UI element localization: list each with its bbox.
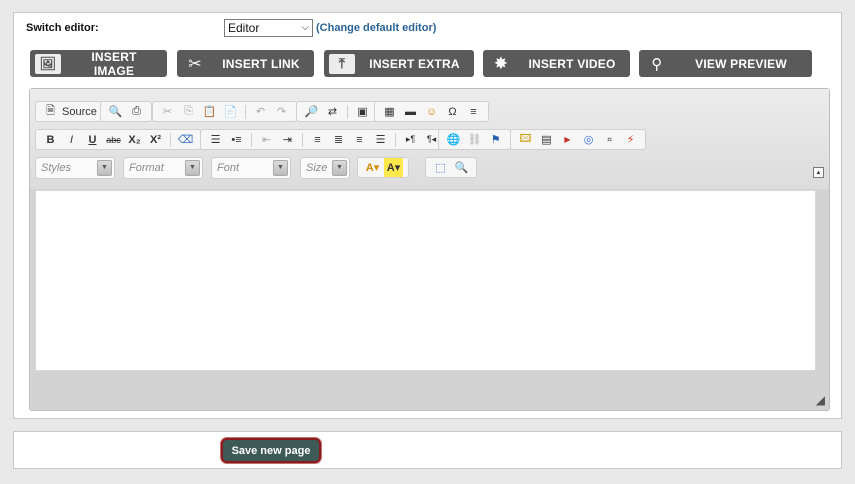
outdent-icon[interactable]: ⇤ (257, 130, 276, 149)
editor-panel: Switch editor: Editor ⌵ (Change default … (13, 12, 842, 419)
resize-handle-icon[interactable]: ◢ (816, 393, 825, 407)
film-reel-icon: ✸ (488, 53, 514, 74)
copy-icon[interactable]: ⎘ (179, 102, 198, 121)
toolbar-separator (251, 132, 252, 147)
select-all-icon[interactable]: ▣ (353, 102, 372, 121)
toolbar-group-find: 🔎 ⇄ ▣ (296, 101, 378, 122)
link-globe-icon[interactable]: 🌐 (444, 130, 463, 149)
print-icon[interactable]: ⎙ (127, 102, 146, 121)
toolbar-separator (170, 132, 171, 147)
insert-link-button[interactable]: ✂ INSERT LINK (177, 50, 314, 77)
toolbar-group-basic-styles: B I U abc X₂ X² ⌫ (35, 129, 201, 150)
background-color-icon[interactable]: A▾ (384, 158, 403, 177)
chevron-down-icon: ▼ (185, 160, 200, 176)
unlink-icon[interactable]: ⛓ (465, 130, 484, 149)
editor-content-area[interactable] (35, 190, 816, 371)
link-icon: ✂ (182, 53, 208, 74)
insert-image-button[interactable]: 🖼 INSERT IMAGE (30, 50, 167, 78)
toolbar-separator (302, 132, 303, 147)
toolbar-separator (245, 104, 246, 119)
toolbar-separator (395, 132, 396, 147)
chevron-down-icon: ⌵ (301, 22, 309, 33)
editor-toolbar: 🗎 Source 🔍 ⎙ ✂ ⎘ 📋 📄 ↶ ↷ 🔎 ⇄ ▣ ▦ ▬ ☺ Ω ≡… (30, 89, 829, 189)
insert-video-button[interactable]: ✸ INSERT VIDEO (483, 50, 630, 77)
bold-button[interactable]: B (41, 130, 60, 149)
toolbar-separator (347, 104, 348, 119)
source-button[interactable]: Source (62, 102, 97, 121)
text-color-icon[interactable]: A▾ (363, 158, 382, 177)
page-break-icon[interactable]: ≡ (464, 102, 483, 121)
collapse-toolbar-icon[interactable]: ▲ (813, 167, 824, 178)
toolbar-group-document: 🗎 Source (35, 101, 103, 122)
numbered-list-icon[interactable]: ☰ (206, 130, 225, 149)
preview-icon[interactable]: 🔍 (106, 102, 125, 121)
flash-icon[interactable]: ⚡ (621, 130, 640, 149)
justify-icon[interactable]: ☰ (371, 130, 390, 149)
undo-icon[interactable]: ↶ (251, 102, 270, 121)
indent-icon[interactable]: ⇥ (278, 130, 297, 149)
insert-extra-button[interactable]: ⤒ INSERT EXTRA (324, 50, 474, 77)
rich-text-editor: 🗎 Source 🔍 ⎙ ✂ ⎘ 📋 📄 ↶ ↷ 🔎 ⇄ ▣ ▦ ▬ ☺ Ω ≡… (29, 88, 830, 411)
subscript-icon[interactable]: X₂ (125, 130, 144, 149)
styles-combo[interactable]: Styles ▼ (35, 157, 115, 179)
align-left-icon[interactable]: ≡ (308, 130, 327, 149)
bulleted-list-icon[interactable]: •≡ (227, 130, 246, 149)
paste-icon[interactable]: 📋 (200, 102, 219, 121)
chevron-down-icon: ▼ (332, 160, 347, 176)
toolbar-group-media: 🖾 ▤ ▶ ◎ ⌗ ⚡ (510, 129, 646, 150)
change-default-editor-link[interactable]: (Change default editor) (316, 22, 436, 34)
maximize-icon[interactable]: ⬚ (431, 158, 450, 177)
view-preview-button[interactable]: ⚲ VIEW PREVIEW (639, 50, 812, 77)
youtube-icon[interactable]: ▶ (558, 130, 577, 149)
switch-editor-label: Switch editor: (26, 22, 99, 34)
align-right-icon[interactable]: ≡ (350, 130, 369, 149)
toolbar-group-tools: ⬚ 🔍 (425, 157, 477, 178)
save-new-page-button[interactable]: Save new page (221, 438, 321, 463)
toolbar-group-links: 🌐 ⛓ ⚑ (438, 129, 511, 150)
cut-icon[interactable]: ✂ (158, 102, 177, 121)
toolbar-group-clipboard: ✂ ⎘ 📋 📄 ↶ ↷ (152, 101, 297, 122)
align-center-icon[interactable]: ≣ (329, 130, 348, 149)
html-icon[interactable]: ⌗ (600, 130, 619, 149)
toolbar-group-colors: A▾ A▾ (357, 157, 409, 178)
chevron-down-icon: ▼ (273, 160, 288, 176)
magnifier-icon: ⚲ (644, 53, 670, 74)
replace-icon[interactable]: ⇄ (323, 102, 342, 121)
find-icon[interactable]: 🔎 (302, 102, 321, 121)
image-icon: 🖼 (35, 53, 61, 74)
save-panel: Save new page (13, 431, 842, 469)
remove-format-icon[interactable]: ⌫ (176, 130, 195, 149)
redo-icon[interactable]: ↷ (272, 102, 291, 121)
table-icon[interactable]: ▦ (380, 102, 399, 121)
source-icon: 🗎 (46, 105, 55, 117)
iframe-icon[interactable]: ▤ (537, 130, 556, 149)
strikethrough-button[interactable]: abc (104, 130, 123, 149)
size-combo[interactable]: Size ▼ (300, 157, 350, 179)
toolbar-group-preview: 🔍 ⎙ (100, 101, 152, 122)
font-combo[interactable]: Font ▼ (211, 157, 291, 179)
editor-select[interactable]: Editor ⌵ (224, 19, 313, 37)
special-char-icon[interactable]: Ω (443, 102, 462, 121)
italic-button[interactable]: I (62, 130, 81, 149)
chevron-down-icon: ▼ (97, 160, 112, 176)
ltr-icon[interactable]: ▸¶ (401, 130, 420, 149)
show-blocks-icon[interactable]: 🔍 (452, 158, 471, 177)
image-icon[interactable]: 🖾 (516, 130, 535, 149)
underline-button[interactable]: U (83, 130, 102, 149)
format-combo[interactable]: Format ▼ (123, 157, 203, 179)
paste-word-icon[interactable]: 📄 (221, 102, 240, 121)
superscript-icon[interactable]: X² (146, 130, 165, 149)
media-disc-icon[interactable]: ◎ (579, 130, 598, 149)
anchor-flag-icon[interactable]: ⚑ (486, 130, 505, 149)
toolbar-group-paragraph: ☰ •≡ ⇤ ⇥ ≡ ≣ ≡ ☰ ▸¶ ¶◂ (200, 129, 447, 150)
editor-select-value: Editor (228, 21, 260, 35)
upload-icon: ⤒ (329, 53, 355, 74)
smiley-icon[interactable]: ☺ (422, 102, 441, 121)
horizontal-rule-icon[interactable]: ▬ (401, 102, 420, 121)
toolbar-group-insert: ▦ ▬ ☺ Ω ≡ (374, 101, 489, 122)
